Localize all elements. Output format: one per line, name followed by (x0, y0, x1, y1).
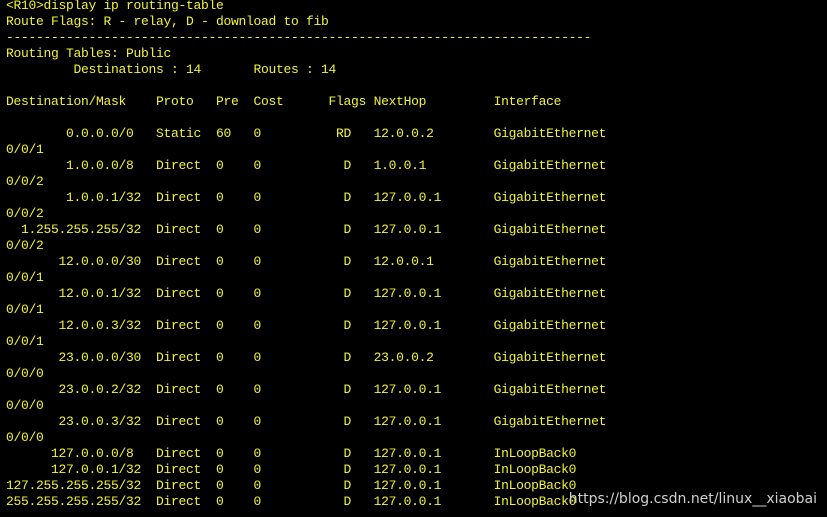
terminal-line: 255.255.255.255/32 Direct 0 0 D 127.0.0.… (6, 494, 577, 509)
terminal-line: 23.0.0.2/32 Direct 0 0 D 127.0.0.1 Gigab… (6, 382, 607, 397)
terminal-line: 0/0/0 (6, 366, 44, 381)
terminal-line: Route Flags: R - relay, D - download to … (6, 14, 329, 29)
terminal-line: ----------------------------------------… (6, 30, 592, 45)
terminal-line: 0/0/0 (6, 430, 44, 445)
terminal-line: 23.0.0.3/32 Direct 0 0 D 127.0.0.1 Gigab… (6, 414, 607, 429)
terminal-line: 12.0.0.0/30 Direct 0 0 D 12.0.0.1 Gigabi… (6, 254, 607, 269)
blog-watermark: https://blog.csdn.net/linux__xiaobai (568, 491, 817, 507)
terminal-line: Destinations : 14 Routes : 14 (6, 62, 337, 77)
terminal-line: 0/0/2 (6, 174, 44, 189)
terminal-line: 0/0/1 (6, 302, 44, 317)
terminal-line: 23.0.0.0/30 Direct 0 0 D 23.0.0.2 Gigabi… (6, 350, 607, 365)
terminal-line: 0/0/2 (6, 238, 44, 253)
terminal-line: 1.0.0.1/32 Direct 0 0 D 127.0.0.1 Gigabi… (6, 190, 607, 205)
terminal-line: Routing Tables: Public (6, 46, 172, 61)
terminal-line: <R10>display ip routing-table (6, 0, 224, 13)
terminal-line: 127.255.255.255/32 Direct 0 0 D 127.0.0.… (6, 478, 577, 493)
terminal-line: 0/0/1 (6, 142, 44, 157)
terminal-line: 12.0.0.3/32 Direct 0 0 D 127.0.0.1 Gigab… (6, 318, 607, 333)
terminal-line: 12.0.0.1/32 Direct 0 0 D 127.0.0.1 Gigab… (6, 286, 607, 301)
terminal-line: 0/0/1 (6, 334, 44, 349)
terminal-line: Destination/Mask Proto Pre Cost Flags Ne… (6, 94, 562, 109)
terminal-line: 127.0.0.0/8 Direct 0 0 D 127.0.0.1 InLoo… (6, 446, 577, 461)
terminal-line: 0/0/2 (6, 206, 44, 221)
terminal-line: 1.0.0.0/8 Direct 0 0 D 1.0.0.1 GigabitEt… (6, 158, 607, 173)
terminal-line: 1.255.255.255/32 Direct 0 0 D 127.0.0.1 … (6, 222, 607, 237)
terminal-output: <R10>display ip routing-table Route Flags… (6, 0, 606, 510)
terminal-line: 127.0.0.1/32 Direct 0 0 D 127.0.0.1 InLo… (6, 462, 577, 477)
terminal-line: 0/0/1 (6, 270, 44, 285)
terminal-window[interactable]: <R10>display ip routing-table Route Flags… (0, 0, 827, 517)
terminal-line: 0.0.0.0/0 Static 60 0 RD 12.0.0.2 Gigabi… (6, 126, 607, 141)
terminal-line: 0/0/0 (6, 398, 44, 413)
